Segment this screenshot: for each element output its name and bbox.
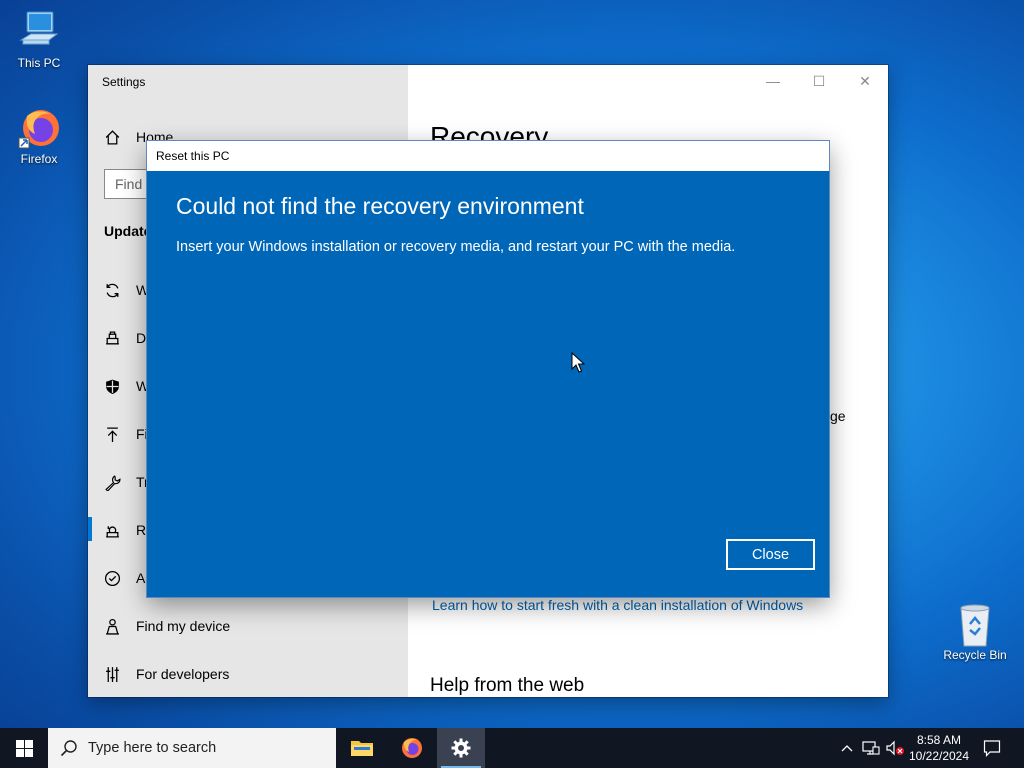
sidebar-item-windows-security[interactable]: W <box>102 374 149 398</box>
desktop-icon-label: This PC <box>17 56 61 70</box>
desktop-icon-label: Firefox <box>20 152 58 166</box>
close-window-button[interactable]: ✕ <box>842 65 888 97</box>
notification-icon <box>983 740 1001 757</box>
clock-time: 8:58 AM <box>916 733 962 747</box>
taskbar-search-box[interactable]: Type here to search <box>48 728 336 768</box>
clock[interactable]: 8:58 AM 10/22/2024 <box>902 732 976 764</box>
dialog-message: Insert your Windows installation or reco… <box>176 239 736 255</box>
gear-icon <box>451 738 471 758</box>
firefox-icon <box>17 106 61 150</box>
chevron-up-icon <box>841 745 853 752</box>
search-icon <box>60 740 77 757</box>
sidebar-item-for-developers[interactable]: For developers <box>102 662 229 686</box>
clean-install-link[interactable]: Learn how to start fresh with a clean in… <box>432 597 803 613</box>
home-icon <box>102 127 122 147</box>
backup-icon <box>102 424 122 444</box>
maximize-button[interactable]: ☐ <box>796 65 842 97</box>
taskbar-file-explorer[interactable] <box>338 728 386 768</box>
firefox-icon <box>402 738 422 758</box>
sync-icon <box>102 280 122 300</box>
window-title: Settings <box>102 75 146 89</box>
selected-indicator <box>88 517 92 541</box>
desktop-icon-label: Recycle Bin <box>943 648 1007 662</box>
sidebar-item-activation[interactable]: Ac <box>102 566 152 590</box>
show-hidden-icons-button[interactable] <box>838 728 856 768</box>
dialog-title: Reset this PC <box>147 141 829 171</box>
minimize-button[interactable]: — <box>750 65 796 97</box>
sidebar-item-find-my-device[interactable]: Find my device <box>102 614 230 638</box>
minimize-icon: — <box>766 73 780 89</box>
recovery-icon <box>102 520 122 540</box>
desktop-icon-firefox[interactable]: Firefox <box>7 106 71 166</box>
computer-icon <box>17 10 61 54</box>
shield-icon <box>102 376 122 396</box>
sidebar-item-label: For developers <box>136 666 230 682</box>
start-button[interactable] <box>0 728 48 768</box>
reset-pc-dialog: Reset this PC Could not find the recover… <box>147 141 829 597</box>
dialog-body: Could not find the recovery environment … <box>147 171 829 597</box>
desktop-icon-this-pc[interactable]: This PC <box>7 10 71 70</box>
check-circle-icon <box>102 568 122 588</box>
partial-text: ge <box>830 408 846 424</box>
network-button[interactable] <box>860 728 882 768</box>
sidebar-item-backup[interactable]: Fi <box>102 422 148 446</box>
sidebar-item-windows-update[interactable]: W <box>102 278 149 302</box>
taskbar-firefox[interactable] <box>388 728 436 768</box>
network-icon <box>862 741 880 755</box>
dialog-heading: Could not find the recovery environment <box>176 193 584 219</box>
clock-date: 10/22/2024 <box>908 749 970 763</box>
taskbar-settings[interactable] <box>437 728 485 768</box>
action-center-button[interactable] <box>980 728 1004 768</box>
person-icon <box>102 616 122 636</box>
sidebar-item-label: Fi <box>136 426 148 442</box>
desktop-icon-recycle-bin[interactable]: Recycle Bin <box>940 602 1010 662</box>
developer-icon <box>102 664 122 684</box>
sidebar-item-label: Find my device <box>136 618 231 634</box>
delivery-icon <box>102 328 122 348</box>
close-icon: ✕ <box>859 72 871 89</box>
windows-logo-icon <box>15 739 33 757</box>
sidebar-item-troubleshoot[interactable]: Tr <box>102 470 149 494</box>
folder-icon <box>351 741 373 756</box>
taskbar: Type here to search 8:58 AM 10/22/2024 <box>0 728 1024 768</box>
close-button[interactable]: Close <box>726 539 815 570</box>
wrench-icon <box>102 472 122 492</box>
search-placeholder: Type here to search <box>88 740 217 756</box>
help-heading: Help from the web <box>430 675 585 696</box>
maximize-icon: ☐ <box>812 72 826 89</box>
sidebar-section-heading: Update <box>104 223 152 239</box>
mouse-cursor-icon <box>571 352 585 373</box>
recycle-bin-icon <box>953 602 997 647</box>
